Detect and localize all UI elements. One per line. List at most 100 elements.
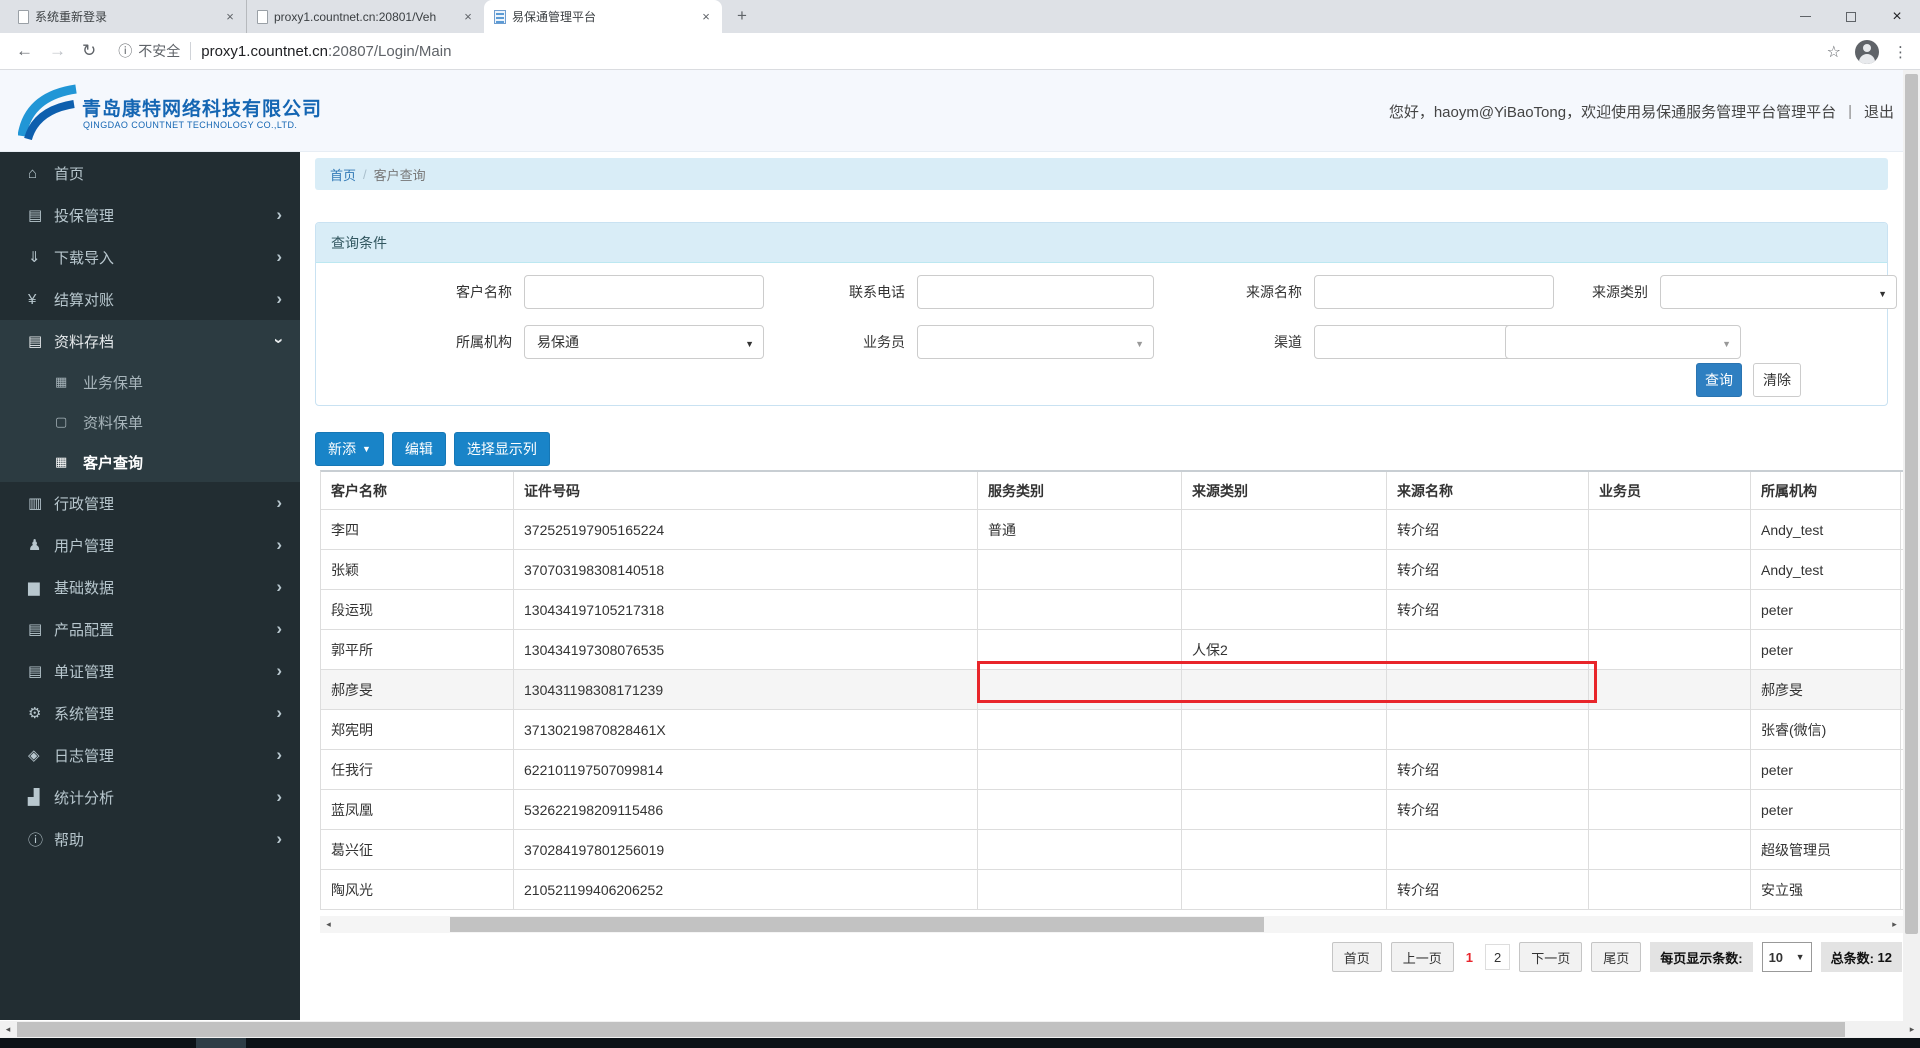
table-row[interactable]: 郭平所 130434197308076535 人保2 peter [321, 630, 1903, 670]
yen-icon: ¥ [28, 290, 37, 308]
maximize-button[interactable] [1828, 0, 1874, 33]
sidebar-item-label: 首页 [54, 165, 85, 183]
new-tab-button[interactable]: + [728, 3, 756, 31]
sidebar-item-首页[interactable]: ⌂ 首页 [0, 152, 300, 194]
bookmark-star-icon[interactable]: ☆ [1827, 42, 1841, 62]
sidebar-item-统计分析[interactable]: ▟ 统计分析 › [0, 776, 300, 818]
table-row[interactable]: 张颖 370703198308140518 转介绍 Andy_test [321, 550, 1903, 590]
sidebar-item-label: 日志管理 [54, 747, 115, 765]
clear-button[interactable]: 清除 [1753, 363, 1801, 397]
sidebar-item-系统管理[interactable]: ⚙ 系统管理 › [0, 692, 300, 734]
table-row[interactable]: 蓝凤凰 532622198209115486 转介绍 peter [321, 790, 1903, 830]
security-label[interactable]: 不安全 [138, 41, 180, 61]
edit-button[interactable]: 编辑 [391, 432, 446, 466]
url-host[interactable]: proxy1.countnet.cn [201, 43, 328, 60]
table-cell: 郝彦旻 [1751, 670, 1901, 709]
page-2-button[interactable]: 2 [1484, 944, 1511, 970]
home-icon: ⌂ [28, 164, 38, 182]
next-page-button[interactable]: 下一页 [1519, 942, 1583, 972]
sidebar-item-投保管理[interactable]: ▤ 投保管理 › [0, 194, 300, 236]
scroll-left-icon[interactable]: ◂ [320, 916, 337, 933]
sidebar-item-单证管理[interactable]: ▤ 单证管理 › [0, 650, 300, 692]
divider: | [1848, 102, 1852, 120]
chevron-right-icon: › [276, 829, 282, 848]
table-cell: 130434197308076535 [514, 630, 978, 669]
reload-icon[interactable]: ↻ [82, 41, 96, 61]
url-path[interactable]: :20807/Login/Main [328, 43, 451, 60]
customer-name-input[interactable] [524, 275, 764, 309]
logout-link[interactable]: 退出 [1864, 101, 1894, 122]
scrollbar-thumb[interactable] [450, 917, 1264, 932]
scroll-left-icon[interactable]: ◂ [0, 1021, 16, 1038]
sidebar-item-基础数据[interactable]: ▆ 基础数据 › [0, 566, 300, 608]
scroll-right-icon[interactable]: ▸ [1904, 1021, 1920, 1038]
table-cell [1589, 710, 1751, 749]
table-row[interactable]: 任我行 622101197507099814 转介绍 peter [321, 750, 1903, 790]
sidebar-item-label: 产品配置 [54, 621, 115, 639]
channel-sub-select[interactable]: ▼ [1505, 325, 1741, 359]
page-vertical-scrollbar[interactable] [1903, 70, 1920, 1021]
sidebar-item-资料保单[interactable]: ▢ 资料保单 [0, 402, 300, 442]
sidebar-item-业务保单[interactable]: ▦ 业务保单 [0, 362, 300, 402]
back-icon[interactable]: ← [16, 41, 33, 61]
per-page-select[interactable]: 10 ▼ [1761, 942, 1812, 972]
sidebar-item-产品配置[interactable]: ▤ 产品配置 › [0, 608, 300, 650]
first-page-button[interactable]: 首页 [1331, 942, 1382, 972]
table-cell: 转介绍 [1387, 590, 1589, 629]
organization-select[interactable]: 易保通 ▼ [524, 325, 764, 359]
source-type-select[interactable]: ▼ [1660, 275, 1897, 309]
organization-value: 易保通 [537, 334, 579, 350]
sidebar-item-客户查询[interactable]: ▦ 客户查询 [0, 442, 300, 482]
table-row[interactable]: 郑宪明 37130219870828461X 张睿(微信) [321, 710, 1903, 750]
info-icon[interactable]: ⓘ [118, 41, 132, 61]
sidebar-item-用户管理[interactable]: ♟ 用户管理 › [0, 524, 300, 566]
policy-file-icon: ▤ [28, 207, 43, 224]
table-cell: 郑宪明 [321, 710, 514, 749]
browser-tab[interactable]: 易保通管理平台 × [484, 0, 722, 33]
table-row[interactable]: 段运现 130434197105217318 转介绍 peter [321, 590, 1903, 630]
table-horizontal-scrollbar[interactable]: ◂ ▸ [320, 916, 1903, 933]
close-tab-icon[interactable]: × [698, 9, 714, 25]
table-row[interactable]: 郝彦旻 130431198308171239 郝彦旻 [321, 670, 1903, 710]
pagination: 首页 上一页 1 2 下一页 尾页 每页显示条数: 10 ▼ 总条数: 12 [1331, 942, 1902, 972]
browser-menu-icon[interactable]: ⋮ [1893, 43, 1908, 61]
sidebar-item-label: 单证管理 [54, 663, 115, 681]
breadcrumb-home-link[interactable]: 首页 [330, 165, 356, 184]
close-window-button[interactable]: × [1874, 0, 1920, 33]
chevron-down-icon: › [270, 338, 290, 344]
sidebar-item-下载导入[interactable]: ⇓ 下载导入 › [0, 236, 300, 278]
sidebar-item-资料存档[interactable]: ▤ 资料存档 › [0, 320, 300, 362]
table-row[interactable]: 陶风光 210521199406206252 转介绍 安立强 [321, 870, 1903, 910]
taskbar-app-button[interactable] [196, 1038, 246, 1048]
close-tab-icon[interactable]: × [222, 9, 238, 25]
per-page-label: 每页显示条数: [1650, 942, 1753, 972]
table-row[interactable]: 葛兴征 370284197801256019 超级管理员 [321, 830, 1903, 870]
scrollbar-thumb[interactable] [1905, 74, 1918, 934]
table-cell: 转介绍 [1387, 790, 1589, 829]
table-cell: 安立强 [1751, 870, 1901, 909]
sidebar-item-日志管理[interactable]: ◈ 日志管理 › [0, 734, 300, 776]
add-button[interactable]: 新添 ▼ [315, 432, 384, 466]
scroll-right-icon[interactable]: ▸ [1886, 916, 1903, 933]
minimize-button[interactable] [1782, 0, 1828, 33]
browser-tab[interactable]: proxy1.countnet.cn:20801/Veh × [246, 0, 484, 33]
windows-taskbar[interactable] [0, 1038, 1920, 1048]
sidebar-item-帮助[interactable]: ⓘ 帮助 › [0, 818, 300, 860]
sidebar-item-结算对账[interactable]: ¥ 结算对账 › [0, 278, 300, 320]
sidebar-item-行政管理[interactable]: ▥ 行政管理 › [0, 482, 300, 524]
choose-columns-button[interactable]: 选择显示列 [453, 432, 550, 466]
browser-tab[interactable]: 系统重新登录 × [8, 0, 246, 33]
page-horizontal-scrollbar[interactable]: ◂ ▸ [0, 1021, 1920, 1038]
prev-page-button[interactable]: 上一页 [1390, 942, 1454, 972]
scrollbar-thumb[interactable] [17, 1022, 1845, 1037]
column-header: 服务类别 [978, 472, 1182, 509]
search-button[interactable]: 查询 [1696, 363, 1742, 397]
profile-avatar[interactable] [1855, 39, 1879, 64]
last-page-button[interactable]: 尾页 [1591, 942, 1642, 972]
sidebar-nav: ⌂ 首页 ▤ 投保管理 › ⇓ 下载导入 › ¥ 结算对账 › ▤ 资料存档 › ▦ 业务保单 ▢ 资料保单 ▦ 客户… [0, 152, 300, 1020]
table-row[interactable]: 李四 372525197905165224 普通 转介绍 Andy_test [321, 510, 1903, 550]
close-tab-icon[interactable]: × [460, 9, 476, 25]
forward-icon[interactable]: → [49, 41, 66, 61]
table-cell: 李四 [321, 510, 514, 549]
sidebar-item-label: 系统管理 [54, 705, 115, 723]
